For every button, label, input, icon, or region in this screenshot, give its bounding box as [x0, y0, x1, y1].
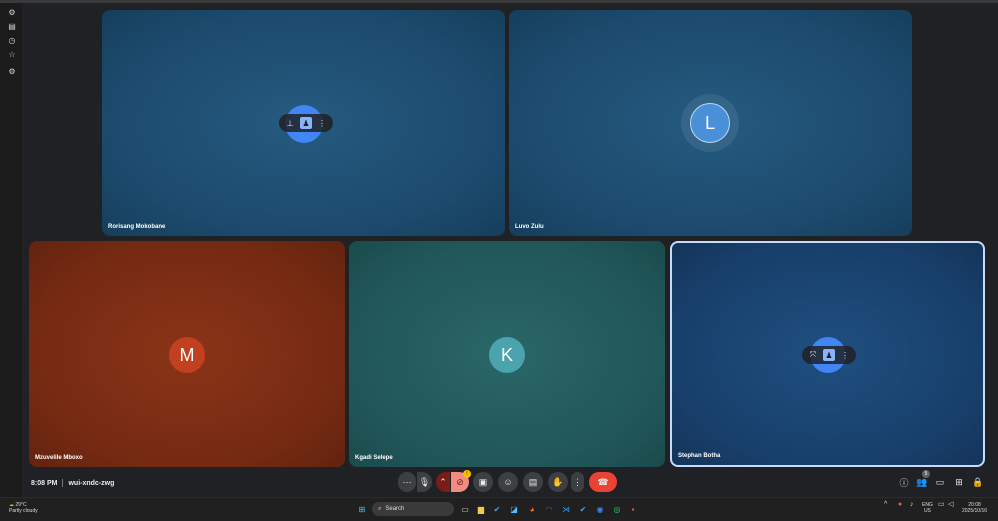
mute-participant-icon[interactable]: ♟ [300, 117, 312, 129]
participant-tile-rorisang[interactable]: ⊥ ♟ ⋮ Rorisang Mokobane [102, 10, 505, 236]
avatar: K [489, 337, 525, 373]
more-dots-icon: ⋯ [402, 476, 412, 487]
app-icon-1[interactable]: ✔ [491, 503, 503, 515]
chat-icon: ▭ [935, 476, 945, 487]
start-icon[interactable]: ⊞ [356, 503, 368, 515]
weather-widget[interactable]: ☁ 29°C Partly cloudy [9, 502, 38, 514]
camera-options-button[interactable]: ⌃ [436, 472, 450, 492]
language-indicator[interactable]: ENG US [922, 502, 933, 514]
task-view-icon[interactable]: ▭ [459, 503, 471, 515]
reactions-button[interactable]: ☺ [498, 472, 518, 492]
camera-warning-badge: ! [463, 470, 471, 478]
star-icon[interactable]: ☆ [7, 50, 17, 60]
clock-date: 2025/10/16 [962, 508, 988, 514]
file-explorer-icon[interactable]: ▆ [475, 503, 487, 515]
weather-desc: Partly cloudy [9, 508, 38, 514]
camera-off-icon: ⊘ [456, 476, 464, 487]
app-icon-2[interactable]: ◪ [508, 503, 520, 515]
search-icon: ⌕ [378, 505, 382, 512]
tile-hover-controls: ⤧ ♟ ⋮ [802, 346, 856, 364]
show-hidden-icons[interactable]: ^ [884, 501, 887, 508]
volume-icon[interactable]: ◁ [948, 501, 953, 508]
more-vertical-icon: ⋮ [573, 476, 582, 487]
participant-name: Stephan Botha [678, 453, 721, 459]
more-controls-button[interactable]: ⋯ [398, 472, 416, 492]
divider [62, 479, 64, 487]
leave-call-button[interactable]: ☎ [589, 472, 617, 492]
meeting-details-button[interactable]: ⓘ [898, 476, 910, 488]
emoji-icon: ☺ [503, 477, 513, 487]
system-clock[interactable]: 20:08 2025/10/16 [962, 502, 987, 514]
firefox-icon[interactable]: ◕ [526, 503, 538, 515]
avatar-initial: K [500, 344, 513, 365]
meeting-code: wui-xndc-zwg [68, 479, 115, 487]
chrome-icon[interactable]: ◉ [594, 503, 606, 515]
avatar: M [169, 337, 205, 373]
vscode-icon[interactable]: ⋊ [560, 503, 572, 515]
meeting-info: 8:08 PM wui-xndc-zwg [31, 479, 114, 487]
microphone-icon: 🎙 [418, 476, 431, 487]
meeting-time: 8:08 PM [31, 479, 58, 487]
raise-hand-button[interactable]: ✋ [548, 472, 568, 492]
host-controls-button[interactable]: 🔒 [972, 476, 984, 488]
people-count: 5 [924, 471, 928, 477]
tray-app-icon[interactable]: ● [898, 501, 902, 508]
people-count-badge: 5 [922, 470, 930, 478]
captions-button[interactable]: ▤ [523, 472, 543, 492]
end-call-icon: ☎ [597, 476, 609, 487]
taskbar-search[interactable]: ⌕ Search [372, 502, 454, 516]
tile-hover-controls: ⊥ ♟ ⋮ [279, 114, 333, 132]
os-taskbar: ☁ 29°C Partly cloudy ⊞ ⌕ Search ▭ ▆ ✔ ◪ … [0, 497, 998, 521]
meeting-control-bar: 8:08 PM wui-xndc-zwg ⋯ 🎙 ⌃ ⊘ ! ▣ ☺ ▤ ✋ ⋮ … [22, 470, 998, 497]
more-options-button[interactable]: ⋮ [571, 472, 584, 492]
bookmark-icon[interactable]: ▤ [7, 22, 17, 32]
captions-icon: ▤ [528, 476, 538, 487]
participant-name: Luvo Zulu [515, 224, 544, 230]
mute-participant-icon[interactable]: ♟ [823, 349, 835, 361]
app-icon-4[interactable]: ✔ [577, 503, 589, 515]
participant-name: Mzuvelile Mboxo [35, 455, 83, 461]
frame-icon[interactable]: ⤧ [807, 349, 819, 361]
participant-tile-kgadi[interactable]: K Kgadi Selepe [349, 241, 665, 467]
history-icon[interactable]: ◷ [7, 36, 17, 46]
present-screen-button[interactable]: ▣ [473, 472, 493, 492]
participant-name: Kgadi Selepe [355, 455, 393, 461]
participant-tile-mzuvelile[interactable]: M Mzuvelile Mboxo [29, 241, 345, 467]
region-code: US [923, 508, 931, 514]
tray-mic-icon[interactable]: ♪ [910, 501, 914, 508]
network-icon[interactable]: ▭ [938, 501, 945, 508]
people-icon: 👥 [916, 476, 928, 487]
whatsapp-icon[interactable]: ◎ [611, 503, 623, 515]
chat-button[interactable]: ▭ [934, 476, 946, 488]
participant-name: Rorisang Mokobane [108, 224, 166, 230]
participant-tile-stephan[interactable]: ⤧ ♟ ⋮ Stephan Botha [670, 241, 985, 467]
avatar-initial: L [704, 112, 715, 133]
extension-icon[interactable]: ⚙ [7, 8, 17, 18]
more-options-icon[interactable]: ⋮ [839, 349, 851, 361]
settings-icon[interactable]: ⚙ [7, 67, 17, 77]
pin-icon[interactable]: ⊥ [284, 117, 296, 129]
side-panel-strip: ⚙ ▤ ◷ ☆ ⚙ [0, 3, 22, 497]
activities-button[interactable]: ⊞ [953, 476, 965, 488]
present-icon: ▣ [478, 476, 488, 487]
search-label: Search [385, 506, 405, 512]
avatar: L [690, 103, 730, 143]
chevron-up-icon: ⌃ [439, 476, 447, 487]
app-icon-5[interactable]: ▪ [627, 503, 639, 515]
badge-text: ! [466, 471, 468, 477]
avatar-initial: M [179, 344, 195, 365]
microphone-button[interactable]: 🎙 [417, 472, 432, 492]
meeting-stage: ⊥ ♟ ⋮ Rorisang Mokobane L Luvo Zulu M Mz… [22, 3, 998, 497]
hand-icon: ✋ [552, 476, 564, 487]
grid-icon: ⊞ [955, 476, 963, 487]
app-icon-3[interactable]: ◠ [543, 503, 555, 515]
more-options-icon[interactable]: ⋮ [316, 117, 328, 129]
lock-icon: 🔒 [972, 476, 984, 487]
participant-tile-luvo[interactable]: L Luvo Zulu [509, 10, 912, 236]
